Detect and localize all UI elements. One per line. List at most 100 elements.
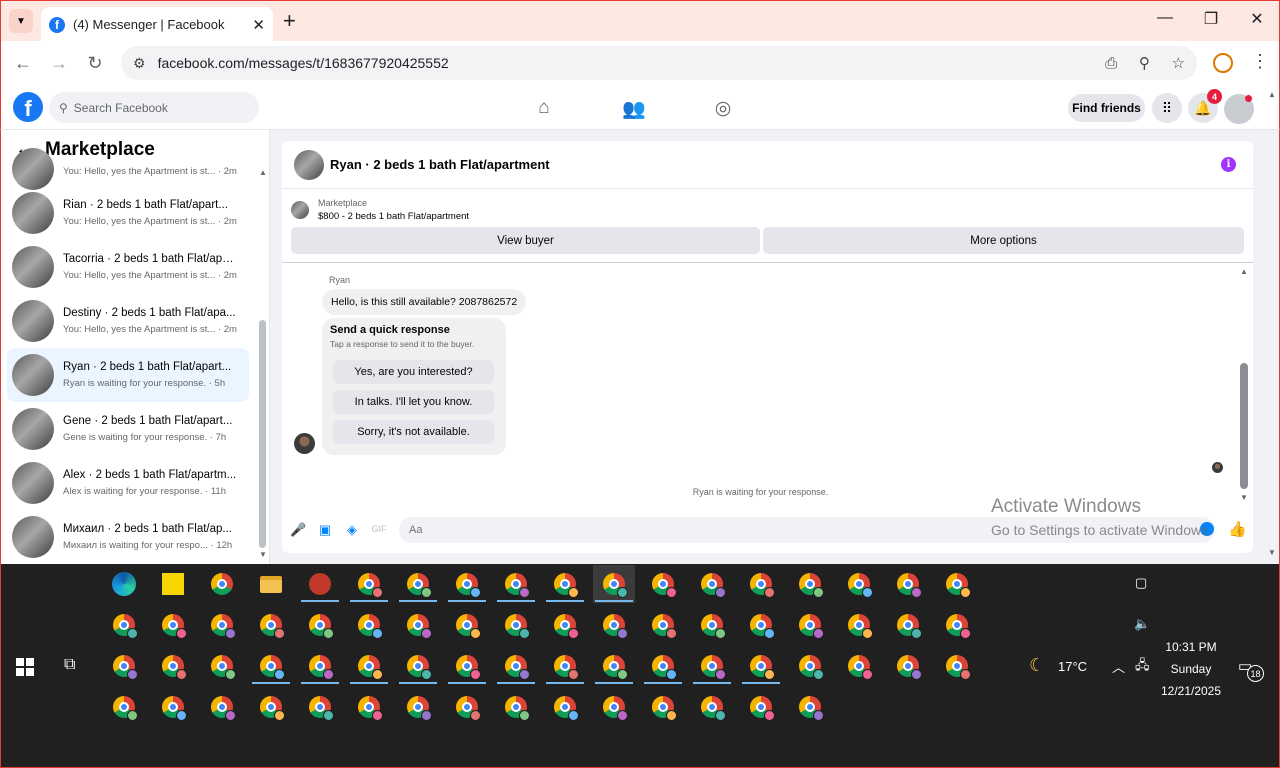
taskbar-chrome-window[interactable] (887, 647, 929, 685)
minimize-button[interactable]: — (1142, 9, 1188, 27)
weather-moon-icon[interactable]: ☾ (1029, 655, 1045, 676)
network-icon[interactable]: 🖧 (1135, 656, 1150, 678)
weather-temperature[interactable]: 17°C (1058, 659, 1087, 674)
taskbar-chrome-window[interactable] (642, 688, 684, 726)
chat-scrollbar[interactable] (1240, 363, 1248, 489)
chat-scroll-up-arrow-icon[interactable]: ▲ (1240, 267, 1248, 276)
taskbar-chrome-window[interactable] (201, 606, 243, 644)
listing-summary[interactable]: Marketplace $800 - 2 beds 1 bath Flat/ap… (291, 198, 469, 222)
back-arrow-icon[interactable]: ← (11, 53, 35, 74)
taskbar-chrome-window[interactable] (936, 565, 978, 603)
conversation-item[interactable]: Tacorria · 2 beds 1 bath Flat/apa... You:… (7, 240, 249, 294)
taskbar-chrome-window[interactable] (250, 647, 292, 685)
taskbar-chrome-window[interactable] (789, 565, 831, 603)
quick-response-yes-button[interactable]: Yes, are you interested? (333, 360, 494, 384)
taskbar-chrome-window[interactable] (348, 565, 390, 603)
forward-arrow-icon[interactable]: → (47, 53, 71, 74)
taskbar-chrome-window[interactable] (397, 606, 439, 644)
close-window-button[interactable]: ✕ (1234, 9, 1280, 29)
conversation-item[interactable]: Destiny · 2 beds 1 bath Flat/apa... You: … (7, 294, 249, 348)
taskbar-chrome-window[interactable] (299, 606, 341, 644)
sender-avatar[interactable] (294, 433, 315, 454)
taskbar-chrome-window[interactable] (544, 606, 586, 644)
taskbar-chrome-window[interactable] (838, 606, 880, 644)
taskbar-chrome-window[interactable] (642, 606, 684, 644)
taskbar-chrome-window[interactable] (250, 606, 292, 644)
facebook-search-input[interactable]: ⚲ Search Facebook (49, 92, 259, 123)
taskbar-chrome-window[interactable] (936, 606, 978, 644)
browser-menu-icon[interactable]: ⋮ (1251, 51, 1269, 72)
taskbar-chrome-window[interactable] (201, 565, 243, 603)
meet-now-icon[interactable]: ▢ (1135, 575, 1147, 591)
taskbar-chrome-window[interactable] (201, 647, 243, 685)
taskbar-chrome-window[interactable] (446, 565, 488, 603)
taskbar-chrome-window[interactable] (838, 565, 880, 603)
taskbar-chrome-window[interactable] (201, 688, 243, 726)
more-options-button[interactable]: More options (763, 227, 1244, 254)
taskbar-chrome-window[interactable] (250, 688, 292, 726)
taskbar-chrome-window[interactable] (397, 565, 439, 603)
taskbar-chrome-window[interactable] (887, 606, 929, 644)
page-scroll-down-arrow-icon[interactable]: ▼ (1268, 548, 1276, 557)
scroll-down-arrow-icon[interactable]: ▼ (259, 550, 267, 559)
url-text[interactable]: facebook.com/messages/t/1683677920425552 (158, 55, 1088, 71)
menu-grid-icon[interactable]: ⠿ (1152, 93, 1182, 123)
taskbar-chrome-window[interactable] (642, 647, 684, 685)
taskbar-chrome-window[interactable] (103, 688, 145, 726)
friends-icon[interactable]: 👥 (622, 97, 646, 121)
tab-search-button[interactable]: ▼ (9, 9, 33, 33)
taskbar-chrome-window[interactable] (740, 647, 782, 685)
conversation-item[interactable]: Gene · 2 beds 1 bath Flat/apart... Gene i… (7, 402, 249, 456)
profile-icon[interactable] (1213, 53, 1233, 73)
conversation-item-active[interactable]: Ryan · 2 beds 1 bath Flat/apart... Ryan i… (7, 348, 249, 402)
conversation-item[interactable]: Михаил · 2 beds 1 bath Flat/ap... Михаил … (7, 510, 249, 564)
address-bar[interactable]: ⚙ facebook.com/messages/t/16836779204255… (121, 46, 1197, 80)
taskbar-chrome-window[interactable] (691, 688, 733, 726)
taskbar-clock[interactable]: 10:31 PM Sunday 12/21/2025 (1153, 636, 1229, 702)
taskbar-chrome-window[interactable] (348, 688, 390, 726)
quick-response-not-available-button[interactable]: Sorry, it's not available. (333, 420, 494, 444)
taskbar-chrome-window[interactable] (152, 606, 194, 644)
taskbar-chrome-window[interactable] (495, 606, 537, 644)
show-hidden-icons-icon[interactable]: ︿ (1112, 657, 1125, 676)
home-icon[interactable]: ⌂ (532, 97, 556, 119)
taskbar-app-sticky-notes[interactable] (152, 565, 194, 603)
zoom-icon[interactable]: ⚲ (1139, 55, 1150, 72)
taskbar-chrome-window[interactable] (593, 565, 635, 603)
windows-start-icon[interactable] (16, 658, 34, 676)
microphone-icon[interactable]: 🎤 (290, 522, 306, 538)
taskbar-chrome-window[interactable] (397, 647, 439, 685)
taskbar-chrome-window[interactable] (691, 647, 733, 685)
taskbar-chrome-window[interactable] (348, 647, 390, 685)
thumbs-up-icon[interactable]: 👍 (1228, 520, 1247, 538)
facebook-logo[interactable]: f (13, 92, 43, 122)
chat-scroll-down-arrow-icon[interactable]: ▼ (1240, 493, 1248, 502)
taskbar-chrome-window[interactable] (544, 647, 586, 685)
taskbar-chrome-window[interactable] (691, 565, 733, 603)
taskbar-app-edge-browser[interactable] (103, 565, 145, 603)
taskbar-chrome-window[interactable] (103, 647, 145, 685)
conversation-item[interactable]: Rian · 2 beds 1 bath Flat/apart... You: H… (7, 186, 249, 240)
taskbar-chrome-window[interactable] (593, 647, 635, 685)
taskbar-chrome-window[interactable] (299, 688, 341, 726)
taskbar-chrome-window[interactable] (887, 565, 929, 603)
taskbar-chrome-window[interactable] (593, 606, 635, 644)
taskbar-chrome-window[interactable] (789, 688, 831, 726)
taskbar-chrome-window[interactable] (152, 688, 194, 726)
bookmark-star-icon[interactable]: ☆ (1172, 55, 1185, 72)
chat-title[interactable]: Ryan · 2 beds 1 bath Flat/apartment (330, 157, 550, 172)
taskbar-chrome-window[interactable] (642, 565, 684, 603)
taskbar-chrome-window[interactable] (544, 688, 586, 726)
reload-icon[interactable]: ↻ (83, 53, 107, 74)
taskbar-chrome-window[interactable] (348, 606, 390, 644)
tab-close-icon[interactable]: ✕ (252, 16, 265, 34)
taskbar-app-pinned-app[interactable] (299, 565, 341, 603)
taskbar-chrome-window[interactable] (397, 688, 439, 726)
sticker-icon[interactable]: ◈ (344, 522, 360, 538)
taskbar-chrome-window[interactable] (789, 647, 831, 685)
taskbar-chrome-window[interactable] (446, 688, 488, 726)
site-info-icon[interactable]: ⚙ (133, 55, 146, 72)
taskbar-chrome-window[interactable] (152, 647, 194, 685)
info-icon[interactable]: i (1221, 157, 1236, 172)
taskbar-chrome-window[interactable] (495, 688, 537, 726)
